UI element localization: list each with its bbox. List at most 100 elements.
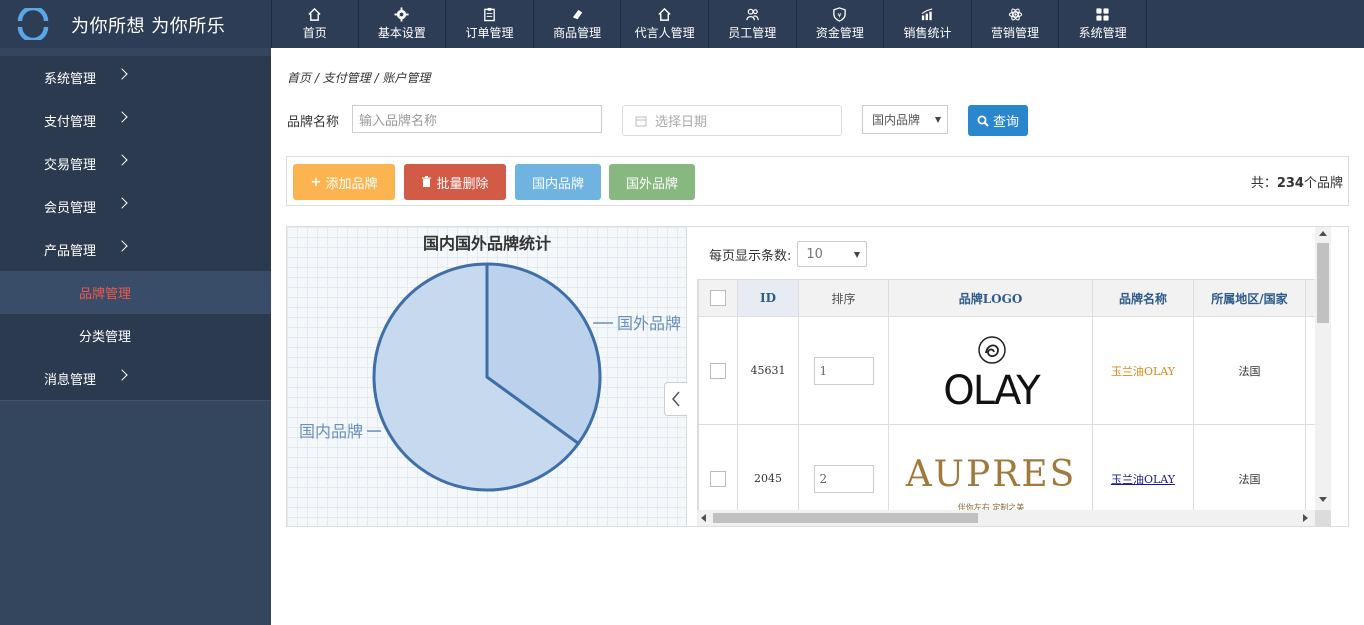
header-region: 所属地区/国家 xyxy=(1193,279,1306,317)
side-menu: 系统管理 支付管理 交易管理 会员管理 产品管理 品牌管理 分类管理 消息管理 xyxy=(0,56,271,401)
sidebar-item-label: 产品管理 xyxy=(44,244,97,259)
scroll-thumb[interactable] xyxy=(1317,243,1329,323)
date-picker-input[interactable]: 选择日期 xyxy=(622,105,842,136)
home-icon xyxy=(658,7,671,21)
chart-title: 国内国外品牌统计 xyxy=(423,234,551,253)
date-placeholder: 选择日期 xyxy=(655,115,708,130)
plus-icon: + xyxy=(310,174,322,190)
clipboard-icon xyxy=(484,7,495,22)
brand-type-selected: 国内品牌 xyxy=(872,113,921,127)
topnav-orders[interactable]: 订单管理 xyxy=(446,0,534,48)
sort-input[interactable]: 2 xyxy=(813,464,874,493)
scroll-corner xyxy=(1315,510,1331,526)
topnav-spokesperson[interactable]: 代言人管理 xyxy=(621,0,709,48)
sidebar-subitem-label: 品牌管理 xyxy=(79,287,132,302)
row-extra xyxy=(1305,424,1315,510)
brand-name-link[interactable]: 玉兰油OLAY xyxy=(1111,473,1175,486)
olay-logo-text: OLAY xyxy=(943,368,1041,414)
sidebar-item-payment[interactable]: 支付管理 xyxy=(0,99,271,142)
row-checkbox[interactable] xyxy=(710,470,726,487)
topnav-home[interactable]: 首页 xyxy=(271,0,359,48)
scroll-thumb[interactable] xyxy=(713,513,978,523)
row-extra xyxy=(1305,316,1315,425)
select-all-checkbox[interactable] xyxy=(710,290,726,306)
topnav-staff[interactable]: 员工管理 xyxy=(709,0,797,48)
sidebar-item-label: 支付管理 xyxy=(44,115,97,130)
table-row: 45631 1 OLAY 玉兰油OLAY 法国 xyxy=(698,316,1315,425)
brand-name-input[interactable]: 输入品牌名称 xyxy=(352,105,602,133)
row-sort-cell: 2 xyxy=(798,424,889,510)
sidebar: 系统管理 支付管理 交易管理 会员管理 产品管理 品牌管理 分类管理 消息管理 xyxy=(0,48,271,625)
page-size-control: 每页显示条数: 10 xyxy=(709,241,868,267)
foreign-brand-label: 国外品牌 xyxy=(625,176,678,192)
shield-icon: ¥ xyxy=(833,7,847,22)
top-nav: 首页 基本设置 订单管理 商品管理 代言人管理 员工管理 ¥ 资金管理 销售统计 xyxy=(271,0,1147,48)
topnav-funds[interactable]: ¥ 资金管理 xyxy=(797,0,885,48)
row-logo-cell: OLAY xyxy=(888,316,1093,425)
sidebar-subitem-category[interactable]: 分类管理 xyxy=(0,314,271,357)
brand-table-wrap: ID 排序 品牌LOGO 品牌名称 所属地区/国家 45631 1 OLAY 玉… xyxy=(697,279,1315,510)
sidebar-item-message[interactable]: 消息管理 xyxy=(0,357,271,400)
table-header-row: ID 排序 品牌LOGO 品牌名称 所属地区/国家 xyxy=(698,279,1315,317)
collapse-panel-button[interactable] xyxy=(664,382,687,416)
page-size-select[interactable]: 10 xyxy=(797,241,868,267)
header-id[interactable]: ID xyxy=(737,279,799,317)
row-select-cell xyxy=(698,424,738,510)
topnav-label: 资金管理 xyxy=(815,26,864,40)
caret-down-icon xyxy=(935,117,941,123)
sidebar-item-member[interactable]: 会员管理 xyxy=(0,185,271,228)
sidebar-item-product[interactable]: 产品管理 xyxy=(0,228,271,271)
topnav-marketing[interactable]: 营销管理 xyxy=(972,0,1060,48)
row-checkbox[interactable] xyxy=(710,362,726,379)
grid-icon xyxy=(1096,8,1109,21)
search-icon xyxy=(977,115,989,127)
sidebar-subitem-brand[interactable]: 品牌管理 xyxy=(0,271,271,314)
scroll-right-arrow[interactable] xyxy=(1303,514,1308,522)
total-prefix: 共： xyxy=(1250,176,1277,191)
page-size-label: 每页显示条数: xyxy=(709,248,792,264)
chevron-right-icon xyxy=(116,154,128,166)
topnav-label: 系统管理 xyxy=(1078,26,1127,40)
scroll-down-arrow[interactable] xyxy=(1319,497,1327,502)
vertical-scrollbar[interactable] xyxy=(1315,227,1331,510)
sidebar-item-trade[interactable]: 交易管理 xyxy=(0,142,271,185)
topnav-basic-settings[interactable]: 基本设置 xyxy=(359,0,447,48)
scroll-up-arrow[interactable] xyxy=(1319,231,1327,236)
page-size-value: 10 xyxy=(806,246,823,262)
logo-area: 为你所想 为你所乐 xyxy=(0,0,271,48)
foreign-brand-button[interactable]: 国外品牌 xyxy=(609,164,695,200)
caret-down-icon xyxy=(854,252,861,258)
brand-name-label: 品牌名称 xyxy=(287,115,340,130)
sidebar-item-system[interactable]: 系统管理 xyxy=(0,56,271,99)
add-brand-button[interactable]: + 添加品牌 xyxy=(293,164,395,200)
topnav-products[interactable]: 商品管理 xyxy=(534,0,622,48)
header-sort[interactable]: 排序 xyxy=(798,279,889,317)
sidebar-subitem-label: 分类管理 xyxy=(79,330,132,345)
sort-input[interactable]: 1 xyxy=(813,356,874,385)
batch-delete-button[interactable]: 批量删除 xyxy=(404,164,506,200)
olay-logo-image: OLAY xyxy=(943,335,1043,414)
topnav-system[interactable]: 系统管理 xyxy=(1059,0,1147,48)
header-extra xyxy=(1305,279,1315,317)
row-id: 2045 xyxy=(737,424,799,510)
gear-icon xyxy=(394,7,409,22)
scroll-left-arrow[interactable] xyxy=(701,514,706,522)
atom-icon xyxy=(1008,8,1022,21)
top-bar: 为你所想 为你所乐 首页 基本设置 订单管理 商品管理 代言人管理 员工管理 ¥ xyxy=(0,0,1364,48)
domestic-brand-button[interactable]: 国内品牌 xyxy=(515,164,601,200)
topnav-sales-stats[interactable]: 销售统计 xyxy=(884,0,972,48)
brand-type-select[interactable]: 国内品牌 xyxy=(862,105,948,134)
horizontal-scrollbar[interactable] xyxy=(697,510,1315,526)
search-button-label: 查询 xyxy=(992,115,1019,130)
breadcrumb: 首页 / 支付管理 / 账户管理 xyxy=(287,71,431,85)
bar-chart-icon xyxy=(921,8,933,21)
sidebar-item-label: 会员管理 xyxy=(44,201,97,216)
brand-name-link[interactable]: 玉兰油OLAY xyxy=(1111,365,1175,378)
topnav-label: 代言人管理 xyxy=(634,26,695,40)
brand-chart-panel: 国内国外品牌统计 国内品牌 国外品牌 xyxy=(286,226,687,527)
pie-label: 国内品牌 xyxy=(299,422,363,441)
topnav-label: 销售统计 xyxy=(903,26,952,40)
row-brand-name: 玉兰油OLAY xyxy=(1092,316,1194,425)
search-row: 品牌名称 输入品牌名称 选择日期 国内品牌 查询 xyxy=(287,105,1347,136)
search-button[interactable]: 查询 xyxy=(968,105,1028,136)
